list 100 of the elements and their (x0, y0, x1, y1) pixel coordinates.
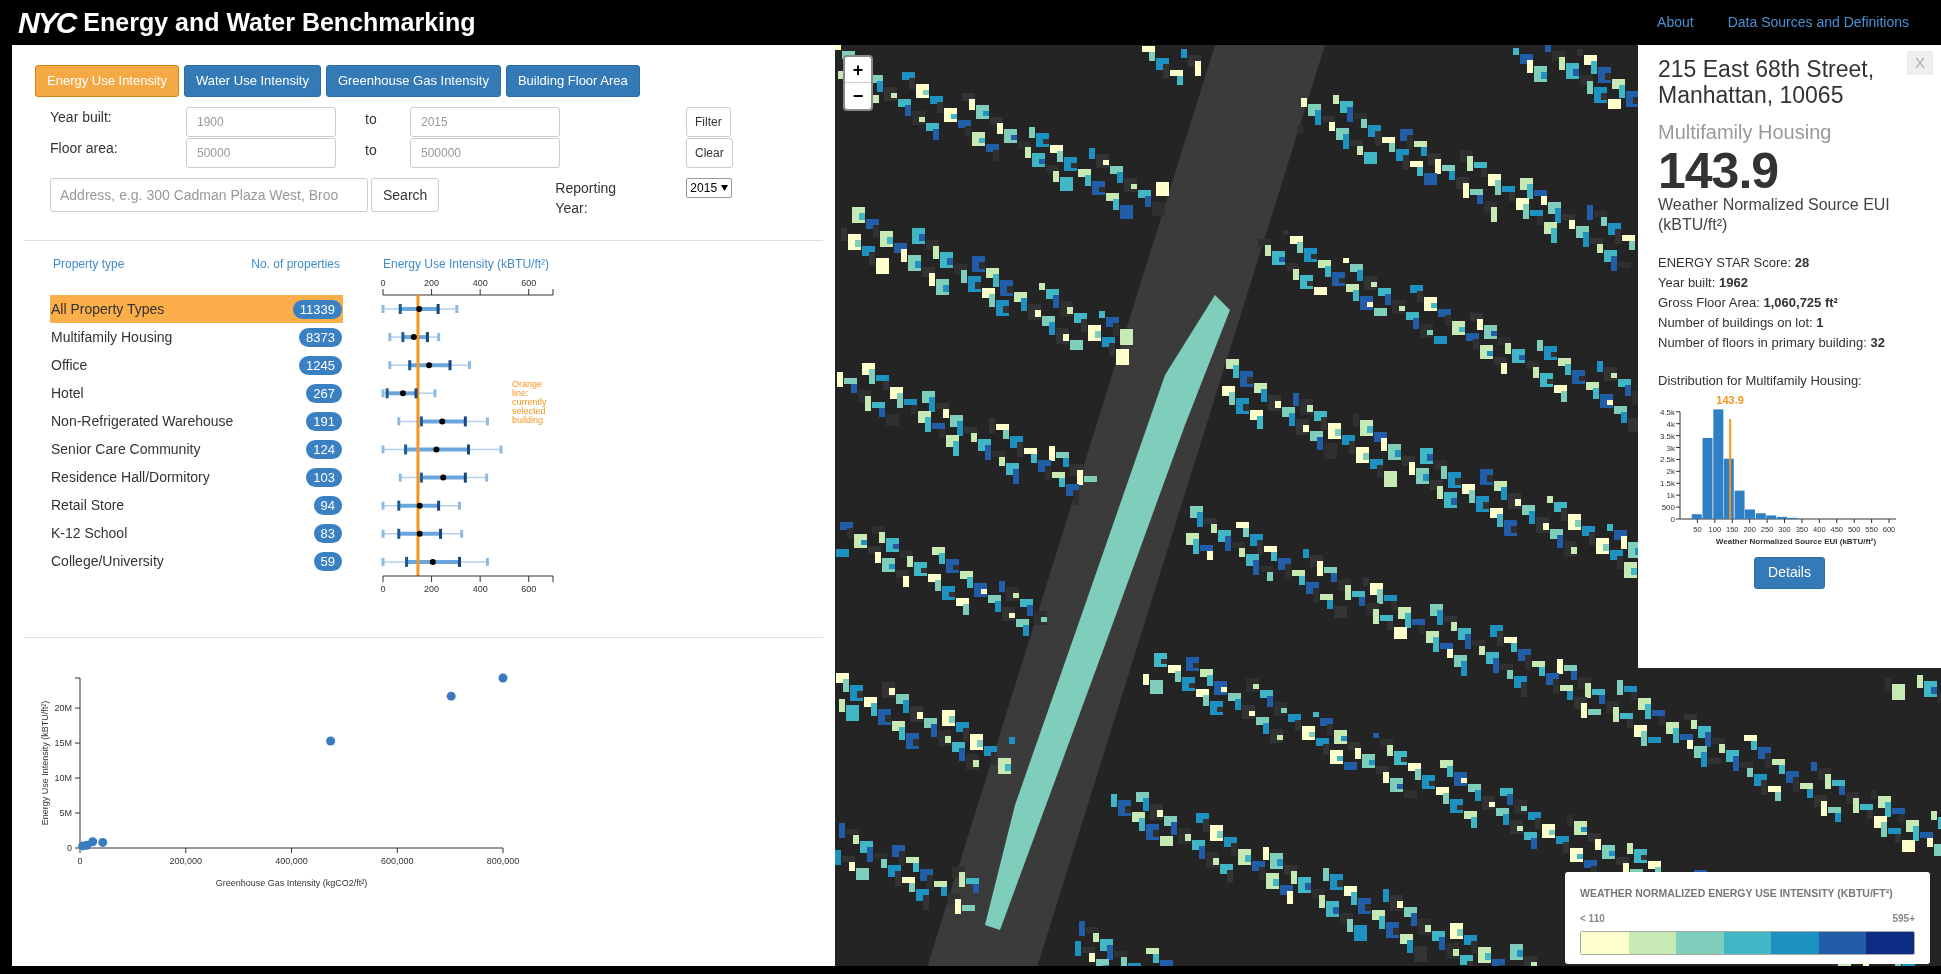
whisker-line (382, 391, 436, 396)
range-tick (485, 417, 489, 426)
axis-tick-label: 400 (472, 584, 488, 594)
fact-line: Gross Floor Area: 1,060,725 ft² (1658, 294, 1839, 312)
range-to-input[interactable]: 500000 (410, 138, 560, 168)
nav-link[interactable]: Data Sources and Definitions (1727, 12, 1909, 33)
count-badge: 8373 (299, 327, 342, 347)
property-type-row[interactable]: College/University 59 (50, 547, 343, 576)
selected-value-label: 143.9 (1716, 393, 1744, 406)
range-from-input[interactable]: 1900 (186, 107, 336, 137)
range-tick (467, 444, 470, 455)
axis-tick-label: 800,000 (486, 856, 520, 866)
caret-icon (721, 185, 729, 191)
range-tick (463, 416, 467, 427)
metric-tab[interactable]: Water Use Intensity (183, 65, 321, 97)
column-header: Property type (52, 256, 125, 273)
range-tick (381, 557, 385, 566)
property-type-name: Hotel (51, 383, 84, 403)
axis-tick-label: 200,000 (169, 856, 202, 866)
property-type-name: Non-Refrigerated Warehouse (51, 411, 234, 431)
data-point (446, 691, 456, 701)
range-tick (485, 473, 489, 482)
data-point (439, 418, 446, 425)
data-point (498, 673, 508, 683)
range-tick (404, 444, 408, 455)
count-badge: 267 (306, 383, 342, 403)
axis-tick-label: 3.5k (1659, 431, 1675, 441)
axis-tick-label: 15M (54, 738, 72, 749)
data-point (78, 841, 88, 851)
property-type-row[interactable]: Hotel 267 (50, 379, 343, 408)
range-tick (381, 445, 385, 454)
property-type-name: Senior Care Community (51, 440, 201, 459)
range-tick (458, 501, 461, 510)
site-title: Energy and Water Benchmarking (83, 10, 476, 35)
data-point (429, 558, 436, 565)
nyc-logo: NYC (18, 7, 76, 38)
property-type-row[interactable]: K-12 School 83 (50, 519, 343, 548)
details-button[interactable]: Details (1754, 556, 1825, 589)
nav-link[interactable]: About (1657, 12, 1694, 33)
range-tick (455, 305, 459, 313)
property-type-name: Retail Store (51, 496, 125, 516)
data-point (416, 306, 423, 312)
range-tick (448, 360, 452, 371)
range-tick (388, 333, 392, 342)
fact-line: ENERGY STAR Score: 28 (1658, 254, 1811, 272)
range-tick (437, 500, 441, 511)
property-type-name: College/University (51, 552, 164, 572)
data-point (326, 736, 336, 746)
fact-line: Number of buildings on lot: 1 (1658, 314, 1825, 332)
axis-tick-label: 600 (521, 584, 537, 594)
column-header: No. of properties (251, 256, 341, 273)
range-tick (458, 556, 461, 567)
range-tick (414, 388, 418, 399)
range-tick (460, 529, 464, 538)
property-type-row[interactable]: Retail Store 94 (50, 491, 343, 520)
count-badge: 11339 (292, 299, 342, 319)
property-type-name: Office (51, 355, 88, 375)
range-tick (419, 472, 423, 483)
clear-button[interactable]: Clear (686, 138, 733, 168)
year-select[interactable]: 2015 (686, 178, 733, 198)
metric-tab[interactable]: Greenhouse Gas Intensity (325, 65, 501, 97)
reporting-year-label: Reporting Year: (555, 179, 618, 218)
property-type-row[interactable]: Residence Hall/Dormitory 103 (50, 463, 343, 492)
search-button[interactable]: Search (371, 178, 440, 212)
zoom-in-button[interactable]: + (845, 57, 871, 83)
range-from-input[interactable]: 50000 (186, 138, 336, 168)
range-tick (381, 529, 385, 538)
axis-tick-label: 0 (380, 278, 386, 288)
axis-tick-label: 0 (67, 843, 72, 853)
address-search-field[interactable]: Address, e.g. 300 Cadman Plaza West, Broo (50, 178, 368, 212)
range-tick (419, 416, 423, 427)
range-to-input[interactable]: 2015 (410, 107, 560, 137)
property-type-row[interactable]: Office 1245 (50, 351, 343, 380)
property-type-row[interactable]: Senior Care Community 124 (50, 435, 343, 464)
axis-tick-label: 0 (1670, 514, 1675, 524)
range-tick (425, 332, 429, 343)
axis-tick-label: 2.5k (1659, 454, 1675, 464)
axis-tick-label: 20M (54, 703, 72, 714)
property-type: Multifamily Housing (1658, 120, 1833, 145)
axis-tick-label: 500 (1661, 502, 1675, 512)
metric-tab[interactable]: Building Floor Area (505, 65, 640, 97)
axis-tick-label: 1k (1666, 490, 1675, 500)
data-point (433, 446, 440, 453)
field-label: Floor area: (49, 139, 119, 158)
data-point (399, 390, 406, 397)
metric-label: Weather Normalized Source EUI (kBTU/ft²) (1658, 195, 1891, 235)
field-label: Year built: (49, 108, 113, 127)
range-tick (397, 528, 401, 539)
property-type-name: Residence Hall/Dormitory (51, 468, 210, 488)
zoom-out-button[interactable]: − (845, 83, 871, 109)
property-type-row[interactable]: Multifamily Housing 8373 (50, 323, 343, 352)
axis-tick-label: 600,000 (381, 856, 414, 866)
filter-button[interactable]: Filter (686, 107, 731, 137)
eui-value: 143.9 (1658, 147, 1779, 195)
range-tick (499, 445, 503, 454)
axis-tick-label: 2k (1666, 466, 1675, 476)
count-badge: 1245 (299, 355, 342, 375)
property-type-row[interactable]: All Property Types 11339 (50, 295, 343, 324)
data-point (416, 530, 423, 537)
property-type-row[interactable]: Non-Refrigerated Warehouse 191 (50, 407, 343, 436)
